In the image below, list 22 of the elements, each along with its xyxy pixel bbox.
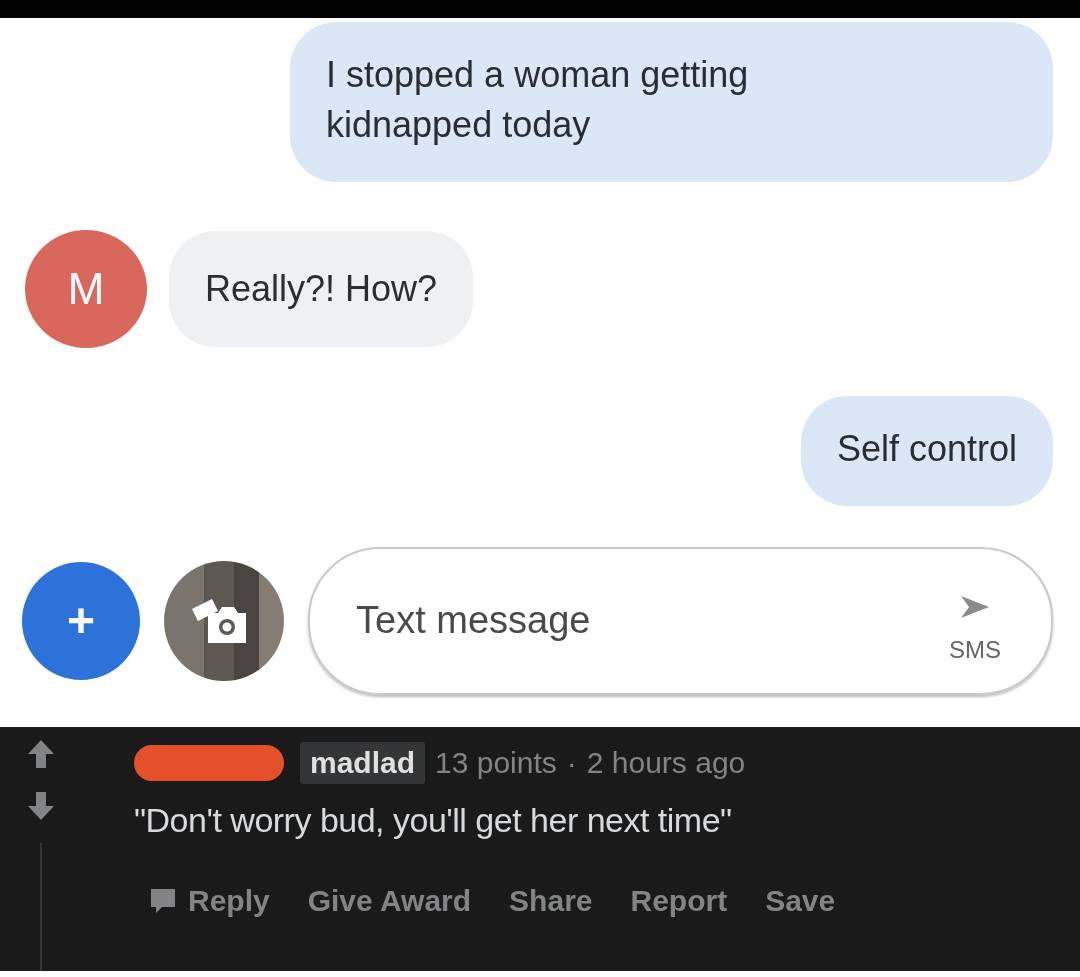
user-flair: madlad [300, 742, 426, 784]
action-button[interactable]: Reply [148, 884, 270, 918]
camera-icon [192, 598, 246, 643]
upvote-icon[interactable] [27, 739, 55, 769]
points-label: 13 points [435, 746, 557, 780]
send-icon[interactable] [959, 593, 991, 620]
message-bubble: Self control [800, 396, 1053, 506]
downvote-icon[interactable] [27, 791, 55, 821]
sms-label: SMS [949, 635, 1001, 664]
action-button[interactable]: Report [630, 884, 728, 918]
message-bubble: I stopped a woman getting kidnapped today [290, 22, 1053, 182]
action-button[interactable]: Save [765, 884, 836, 918]
action-button[interactable]: Share [509, 884, 593, 918]
avatar: M [25, 230, 147, 348]
message-field[interactable]: Text message [354, 598, 949, 643]
comment-icon [148, 887, 178, 915]
message-bubble: Really?! How? [169, 231, 474, 347]
action-button[interactable]: Give Award [307, 884, 472, 918]
separator: · [566, 746, 577, 780]
timestamp: 2 hours ago [586, 746, 746, 780]
comment-text: "Don't worry bud, you'll get her next time" [134, 801, 733, 840]
attach-button[interactable]: + [22, 561, 140, 680]
